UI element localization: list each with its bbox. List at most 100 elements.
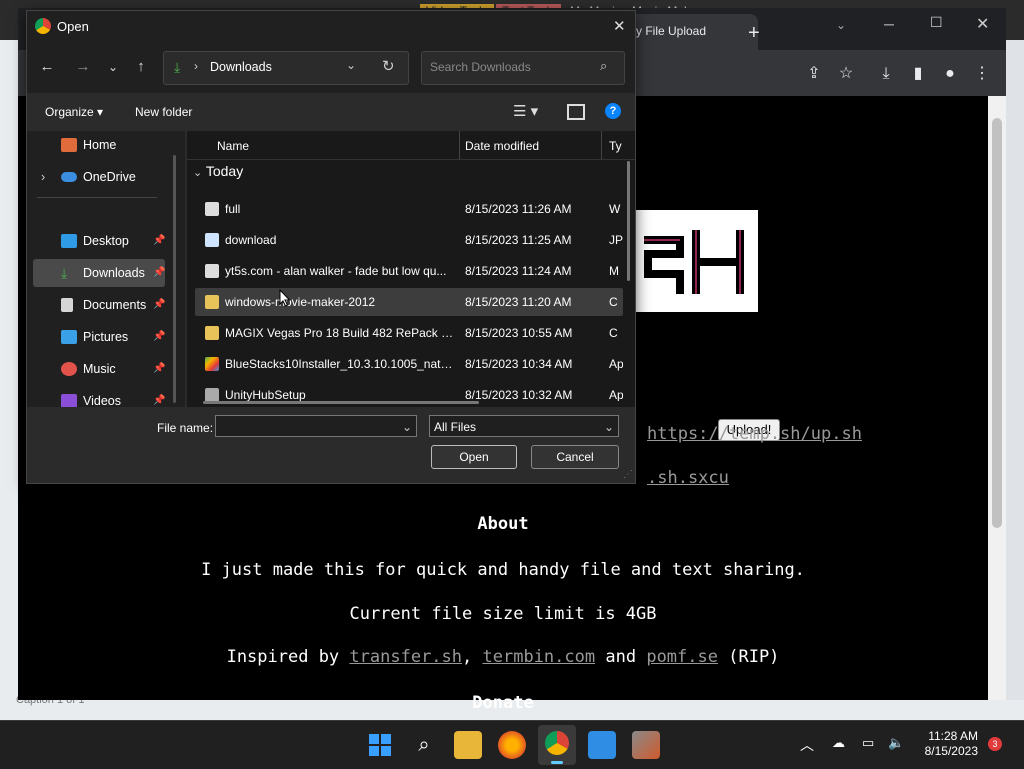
clock[interactable]: 11:28 AM 8/15/2023: [914, 729, 978, 759]
open-button[interactable]: Open: [431, 445, 517, 469]
breadcrumb-dropdown-icon[interactable]: ⌄: [346, 58, 356, 72]
nav-item-label: Music: [83, 362, 116, 376]
group-label: Today: [205, 163, 244, 179]
file-row[interactable]: UnityHubSetup 8/15/2023 10:32 AM Ap: [195, 381, 623, 401]
column-header-type[interactable]: Ty: [609, 139, 622, 153]
preview-pane-icon[interactable]: [567, 104, 585, 120]
breadcrumb-bar[interactable]: ⤓ › Downloads ⌄ ↻: [163, 51, 409, 85]
network-icon[interactable]: ▭: [862, 735, 874, 751]
onedrive-tray-icon[interactable]: ☁: [832, 735, 845, 751]
file-name: BlueStacks10Installer_10.3.10.1005_nativ…: [225, 357, 455, 371]
file-type: C: [609, 295, 618, 309]
breadcrumb-downloads[interactable]: Downloads: [210, 60, 272, 74]
search-placeholder: Search Downloads: [430, 60, 531, 74]
nav-item-desktop[interactable]: Desktop 📌: [33, 227, 165, 255]
nav-item-pictures[interactable]: Pictures 📌: [33, 323, 165, 351]
up-arrow-icon[interactable]: ↑: [129, 55, 153, 79]
file-name: download: [225, 233, 277, 247]
chrome-taskbar-active[interactable]: [538, 725, 576, 765]
column-divider[interactable]: [459, 131, 460, 159]
navigation-pane: Home › OneDrive Desktop 📌 ⤓ Downloads 📌 …: [27, 131, 185, 408]
pin-icon: 📌: [153, 235, 166, 246]
organize-button[interactable]: Organize ▾: [45, 105, 103, 119]
help-icon[interactable]: ?: [605, 103, 621, 119]
search-box[interactable]: Search Downloads ⌕: [421, 51, 625, 85]
view-options-icon[interactable]: ☰ ▾: [513, 102, 538, 120]
notepad-icon[interactable]: [588, 731, 616, 759]
file-row[interactable]: yt5s.com - alan walker - fade but low qu…: [195, 257, 623, 285]
refresh-icon[interactable]: ↻: [382, 57, 395, 75]
nav-item-documents[interactable]: Documents 📌: [33, 291, 165, 319]
profile-icon[interactable]: ●: [938, 62, 962, 86]
file-type-select[interactable]: All Files ⌄: [429, 415, 619, 437]
file-row[interactable]: MAGIX Vegas Pro 18 Build 482 RePack by .…: [195, 319, 623, 347]
notification-badge[interactable]: 3: [988, 737, 1002, 751]
close-window-icon[interactable]: ✕: [976, 14, 989, 34]
pomf-link[interactable]: pomf.se: [646, 647, 718, 667]
file-list-vscrollbar[interactable]: [627, 161, 630, 281]
volume-icon[interactable]: 🔈: [888, 735, 904, 751]
nav-scrollbar[interactable]: [173, 155, 176, 403]
file-type: Ap: [609, 388, 623, 401]
dialog-address-bar: ← → ⌄ ↑ ⤓ › Downloads ⌄ ↻ Search Downloa…: [27, 41, 635, 93]
downloads-icon[interactable]: ⤓: [874, 62, 898, 86]
file-row[interactable]: full 8/15/2023 11:26 AM W: [195, 195, 623, 223]
termbin-link[interactable]: termbin.com: [483, 647, 596, 667]
file-row-hovered[interactable]: windows-movie-maker-2012 8/15/2023 11:20…: [195, 288, 623, 316]
show-hidden-icons-chevron[interactable]: ︿: [800, 735, 814, 755]
start-windows-icon[interactable]: [366, 731, 394, 759]
file-type: C: [609, 326, 618, 340]
page-scrollbar-thumb[interactable]: [992, 118, 1002, 528]
share-icon[interactable]: ⇪: [802, 62, 826, 86]
collapse-chevron-icon[interactable]: ⌄: [193, 167, 202, 179]
column-header-name[interactable]: Name: [217, 139, 249, 153]
column-divider[interactable]: [601, 131, 602, 159]
expand-chevron-icon[interactable]: ›: [41, 163, 45, 191]
new-tab-button[interactable]: +: [748, 22, 760, 45]
nav-item-music[interactable]: Music 📌: [33, 355, 165, 383]
nav-divider: [37, 197, 157, 198]
firefox-icon[interactable]: [498, 731, 526, 759]
dialog-command-bar: Organize ▾ New folder ☰ ▾ ?: [27, 93, 635, 131]
column-header-date[interactable]: Date modified: [465, 139, 539, 153]
side-panel-icon[interactable]: ▮: [906, 62, 930, 86]
bookmark-star-icon[interactable]: ☆: [834, 62, 858, 86]
upload-url-link[interactable]: https://temp.sh/up.sh: [647, 424, 862, 444]
resize-grip-icon[interactable]: ⋰: [623, 469, 633, 480]
file-type-dropdown-icon[interactable]: ⌄: [604, 416, 614, 438]
file-name-dropdown-icon[interactable]: ⌄: [402, 416, 412, 438]
new-folder-button[interactable]: New folder: [135, 105, 192, 119]
nav-item-label: Desktop: [83, 234, 129, 248]
nav-item-home[interactable]: Home: [33, 131, 165, 159]
recent-locations-chevron-icon[interactable]: ⌄: [101, 55, 125, 79]
donate-heading: Donate: [472, 693, 534, 713]
tab-search-icon[interactable]: ⌄: [836, 18, 846, 32]
file-row[interactable]: download 8/15/2023 11:25 AM JP: [195, 226, 623, 254]
group-header-today[interactable]: ⌄ Today: [193, 163, 243, 179]
sxcu-link[interactable]: .sh.sxcu: [647, 468, 729, 488]
cancel-button[interactable]: Cancel: [531, 445, 619, 469]
nav-item-onedrive[interactable]: › OneDrive: [33, 163, 165, 191]
transfer-sh-link[interactable]: transfer.sh: [349, 647, 462, 667]
file-name-label: File name:: [157, 421, 214, 435]
file-row[interactable]: BlueStacks10Installer_10.3.10.1005_nativ…: [195, 350, 623, 378]
forward-arrow-icon[interactable]: →: [71, 55, 95, 79]
clock-time: 11:28 AM: [928, 729, 978, 743]
cloud-icon: [61, 172, 77, 182]
browser-tab-active[interactable]: ry File Upload: [628, 14, 758, 50]
page-heading-fragment: sh: [636, 294, 657, 314]
nav-item-downloads[interactable]: ⤓ Downloads 📌: [33, 259, 165, 287]
file-name-input[interactable]: ⌄: [215, 415, 417, 437]
dialog-close-icon[interactable]: ✕: [613, 17, 626, 35]
minimize-icon[interactable]: ─: [884, 16, 894, 32]
menu-kebab-icon[interactable]: ⋮: [970, 62, 994, 86]
pictures-icon: [61, 330, 77, 344]
download-icon: ⤓: [61, 265, 68, 281]
file-list-hscrollbar[interactable]: [203, 401, 479, 404]
file-explorer-icon[interactable]: [454, 731, 482, 759]
maximize-icon[interactable]: ☐: [930, 14, 943, 31]
nav-item-label: Downloads: [83, 266, 145, 280]
movie-maker-icon[interactable]: [632, 731, 660, 759]
taskbar-search-icon[interactable]: ⌕: [410, 731, 438, 759]
back-arrow-icon[interactable]: ←: [35, 55, 59, 79]
